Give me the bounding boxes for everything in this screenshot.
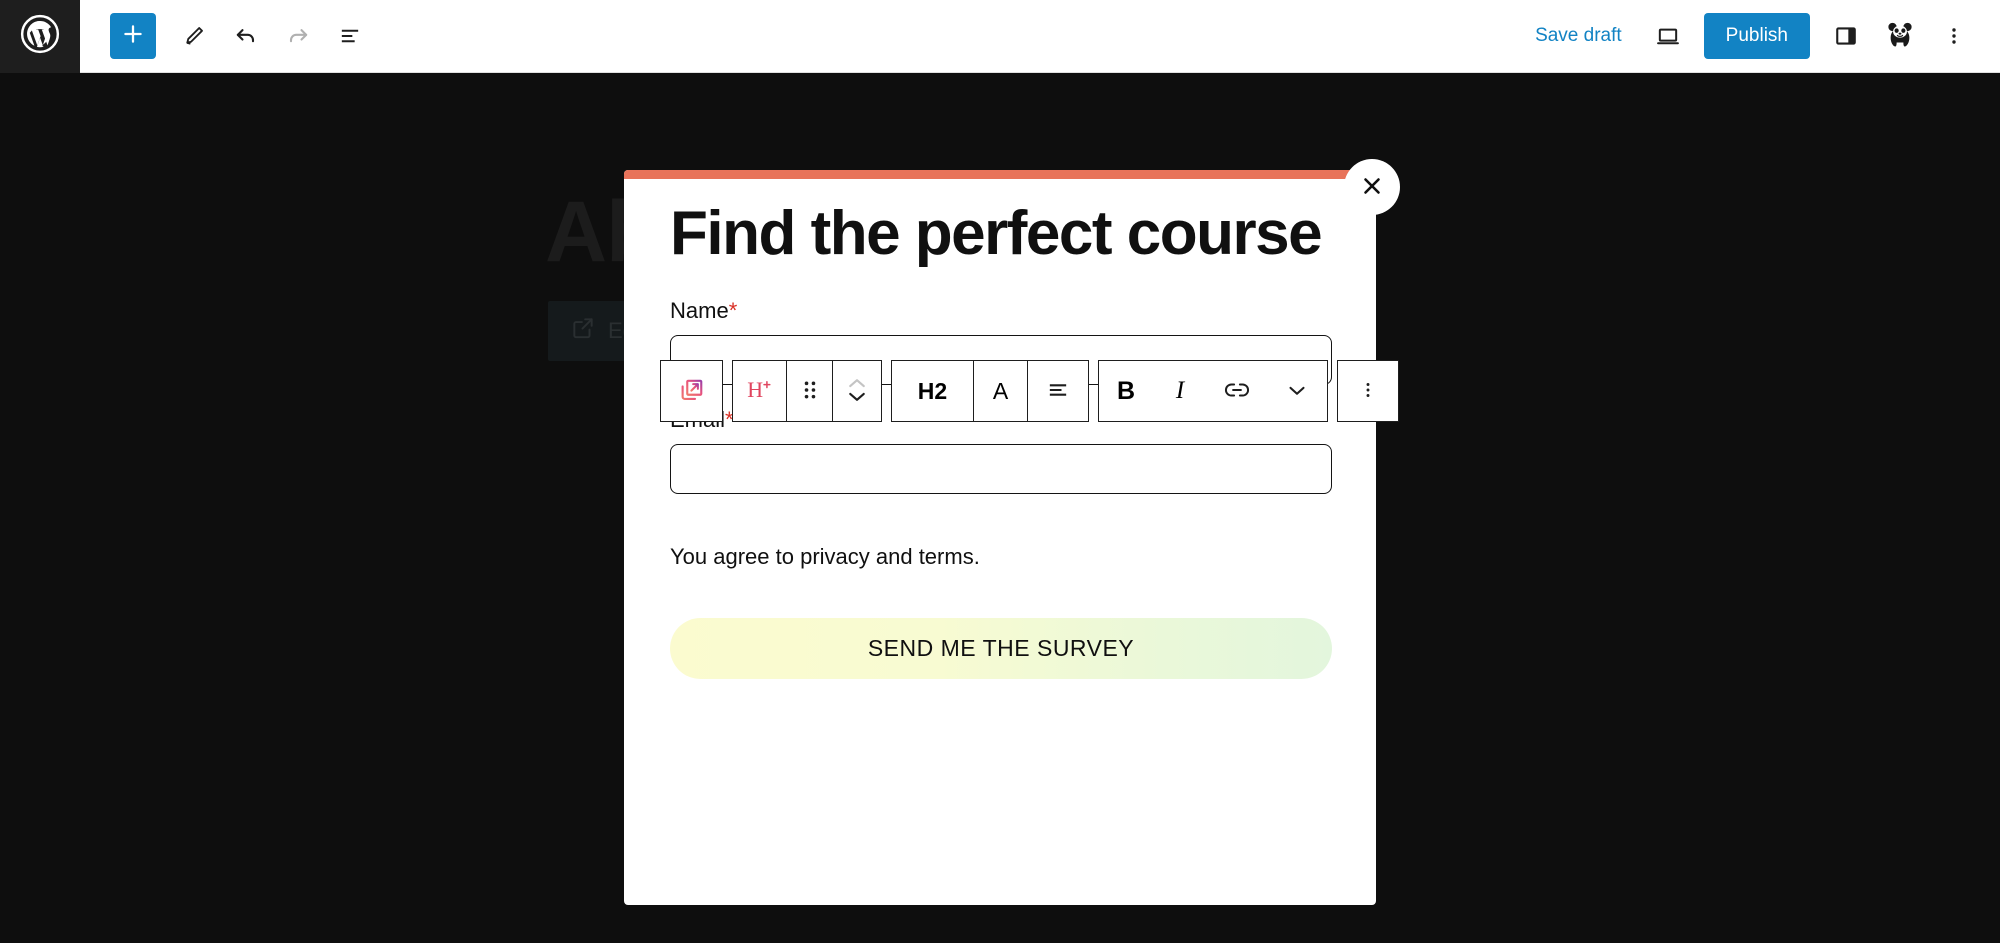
undo-button[interactable] <box>222 12 270 60</box>
email-input[interactable] <box>670 444 1332 495</box>
desktop-preview-icon <box>1654 22 1682 50</box>
italic-button[interactable]: I <box>1153 361 1207 421</box>
external-link-icon <box>570 315 596 347</box>
close-x-icon <box>1359 173 1385 202</box>
wordpress-logo-button[interactable] <box>0 0 80 73</box>
document-overview-button[interactable] <box>326 12 374 60</box>
editor-admin-bar: Save draft Publish <box>0 0 2000 73</box>
redo-button[interactable] <box>274 12 322 60</box>
name-field-label-text: Name <box>670 298 729 324</box>
send-survey-button[interactable]: SEND ME THE SURVEY <box>670 618 1332 680</box>
move-block-button[interactable] <box>833 361 881 421</box>
block-toolbar-popup-group <box>660 360 723 422</box>
modal-content: Find the perfect course Name* Email* You… <box>624 179 1376 680</box>
editor-options-button[interactable] <box>1930 12 1978 60</box>
block-toolbar: H H2 A B I <box>660 360 1399 422</box>
popup-modal: Find the perfect course Name* Email* You… <box>624 170 1376 905</box>
wordpress-logo-icon <box>19 13 61 60</box>
modal-accent-bar <box>624 170 1376 179</box>
chevron-down-icon <box>1284 377 1310 406</box>
kebab-menu-icon <box>1357 378 1379 405</box>
link-icon <box>1222 375 1252 408</box>
edit-tool-button[interactable] <box>170 12 218 60</box>
name-field-label: Name* <box>670 298 1330 324</box>
admin-bar-right-tools: Save draft Publish <box>1519 12 1978 60</box>
privacy-terms-text: You agree to privacy and terms. <box>670 544 980 570</box>
popup-block-button[interactable] <box>661 361 722 421</box>
publish-button[interactable]: Publish <box>1703 13 1810 59</box>
block-type-heading-button[interactable]: H <box>733 361 787 421</box>
block-toolbar-inline-group: B I <box>1098 360 1328 422</box>
block-toolbar-format-group: H2 A <box>891 360 1089 422</box>
drag-dots-icon <box>800 378 820 405</box>
sidebar-panel-icon <box>1832 22 1860 50</box>
bold-button[interactable]: B <box>1099 361 1153 421</box>
list-view-icon <box>336 22 364 50</box>
align-left-icon <box>1044 376 1072 407</box>
kebab-menu-icon <box>1942 24 1966 48</box>
add-block-button[interactable] <box>110 13 156 59</box>
more-formatting-button[interactable] <box>1267 361 1327 421</box>
modal-close-button[interactable] <box>1344 159 1400 215</box>
panda-avatar-icon <box>1885 19 1915 54</box>
link-button[interactable] <box>1207 361 1267 421</box>
block-toolbar-main-group: H <box>732 360 882 422</box>
move-up-down-chevrons-icon <box>844 372 870 411</box>
block-options-button[interactable] <box>1338 361 1398 421</box>
modal-heading[interactable]: Find the perfect course <box>670 199 1330 268</box>
redo-arrow-icon <box>284 22 312 50</box>
text-color-button[interactable]: A <box>974 361 1028 421</box>
heading-plus-icon: H <box>745 375 775 408</box>
pencil-icon <box>181 23 207 49</box>
settings-sidebar-toggle[interactable] <box>1822 12 1870 60</box>
save-draft-button[interactable]: Save draft <box>1519 17 1638 55</box>
block-toolbar-options-group <box>1337 360 1399 422</box>
preview-button[interactable] <box>1644 12 1692 60</box>
plus-icon <box>120 21 146 52</box>
name-required-marker: * <box>728 298 738 324</box>
admin-bar-left-tools <box>110 12 374 60</box>
undo-arrow-icon <box>232 22 260 50</box>
jetpack-avatar-button[interactable] <box>1876 12 1924 60</box>
svg-text:H: H <box>747 376 763 401</box>
align-text-button[interactable] <box>1028 361 1088 421</box>
drag-handle-button[interactable] <box>787 361 833 421</box>
popup-external-link-icon <box>677 375 707 408</box>
heading-level-button[interactable]: H2 <box>892 361 974 421</box>
